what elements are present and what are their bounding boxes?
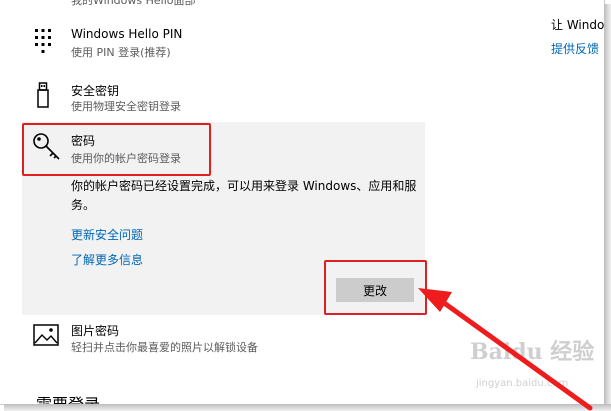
watermark-url: jingyan.baidu.com <box>476 378 569 389</box>
security-key-subtitle: 使用物理安全密钥登录 <box>71 100 181 113</box>
sign-in-option-security-key[interactable]: 安全密钥 使用物理安全密钥登录 <box>22 78 422 118</box>
watermark-logo: Baidu 经验 <box>470 339 595 365</box>
security-key-title: 安全密钥 <box>71 84 120 98</box>
frame-shadow-bottom <box>4 404 611 411</box>
highlight-change-button <box>324 260 427 315</box>
face-icon <box>36 0 48 2</box>
baidu-watermark: Baidu 经验 jingyan.baidu.com <box>470 334 600 404</box>
sign-in-option-pin[interactable]: Windows Hello PIN 使用 PIN 登录(推荐) <box>22 24 422 64</box>
usb-key-icon <box>37 82 49 108</box>
password-description: 你的帐户密码已经设置完成，可以用来登录 Windows、应用和服务。 <box>71 179 417 212</box>
picture-password-title: 图片密码 <box>71 324 120 338</box>
picture-password-subtitle: 轻扫并点击你最喜爱的照片以解锁设备 <box>71 341 258 354</box>
settings-window: 我的Windows Hello面部 Windows Hello PIN 使用 P… <box>0 0 605 405</box>
give-feedback-link[interactable]: 提供反馈 <box>551 40 599 57</box>
pin-keypad-icon <box>35 29 51 53</box>
require-sign-in-heading: 需要登录 <box>36 394 100 404</box>
update-security-questions-link[interactable]: 更新安全问题 <box>71 226 143 243</box>
sign-in-option-picture-password[interactable]: 图片密码 轻扫并点击你最喜爱的照片以解锁设备 <box>22 318 422 358</box>
related-text: 让 Windo <box>551 18 605 32</box>
pin-title: Windows Hello PIN <box>71 27 183 41</box>
top-item-subtitle: 我的Windows Hello面部 <box>71 0 196 7</box>
pin-subtitle: 使用 PIN 登录(推荐) <box>71 46 171 59</box>
learn-more-link[interactable]: 了解更多信息 <box>71 251 143 268</box>
highlight-password-option <box>22 123 211 176</box>
picture-icon <box>33 324 59 346</box>
frame-shadow-right <box>604 4 611 411</box>
